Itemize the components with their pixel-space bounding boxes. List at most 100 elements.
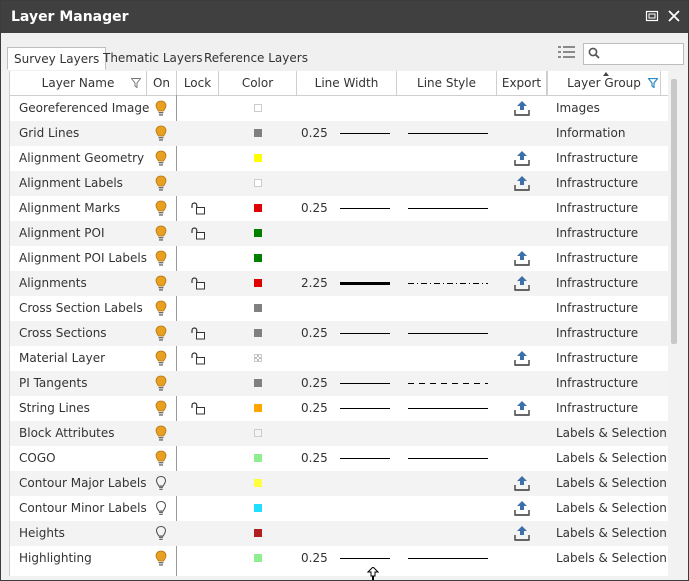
visibility-toggle[interactable] bbox=[155, 96, 169, 121]
layer-row[interactable]: Alignment POI Labels Infrastructure bbox=[10, 246, 668, 271]
layer-row[interactable]: Grid Lines 0.25 Information bbox=[10, 121, 668, 146]
col-header-color[interactable]: Color bbox=[219, 71, 297, 95]
export-icon[interactable] bbox=[514, 350, 530, 367]
color-swatch[interactable] bbox=[254, 546, 263, 571]
color-swatch-box[interactable] bbox=[254, 329, 262, 337]
color-swatch-box[interactable] bbox=[254, 529, 262, 537]
lightbulb-on-icon[interactable] bbox=[155, 550, 167, 567]
color-swatch[interactable] bbox=[254, 346, 263, 371]
layer-group[interactable]: Labels & Selection bbox=[556, 521, 666, 546]
lightbulb-on-icon[interactable] bbox=[155, 225, 167, 242]
visibility-toggle[interactable] bbox=[155, 471, 169, 496]
line-style-sample[interactable] bbox=[407, 496, 491, 521]
col-header-name[interactable]: Layer Name bbox=[10, 71, 147, 95]
line-style-sample[interactable] bbox=[407, 446, 491, 471]
layer-group[interactable]: Labels & Selection bbox=[556, 471, 666, 496]
export-toggle[interactable] bbox=[514, 296, 532, 321]
color-swatch[interactable] bbox=[254, 496, 263, 521]
export-toggle[interactable] bbox=[514, 546, 532, 571]
color-swatch[interactable] bbox=[254, 121, 263, 146]
export-icon[interactable] bbox=[514, 100, 530, 117]
lightbulb-on-icon[interactable] bbox=[155, 250, 167, 267]
color-swatch[interactable] bbox=[254, 296, 263, 321]
color-swatch[interactable] bbox=[254, 246, 263, 271]
filter-icon[interactable] bbox=[131, 78, 141, 88]
color-swatch-box[interactable] bbox=[254, 554, 262, 562]
line-style-sample[interactable] bbox=[407, 521, 491, 546]
line-width-value[interactable] bbox=[301, 471, 331, 496]
export-icon[interactable] bbox=[514, 400, 530, 417]
vertical-scrollbar[interactable] bbox=[669, 71, 679, 576]
export-toggle[interactable] bbox=[514, 421, 532, 446]
layer-row[interactable]: String Lines 0.25 Infrastructure bbox=[10, 396, 668, 421]
line-width-value[interactable] bbox=[301, 146, 331, 171]
visibility-toggle[interactable] bbox=[155, 221, 169, 246]
line-width-value[interactable]: 2.25 bbox=[301, 271, 331, 296]
lock-toggle[interactable] bbox=[190, 346, 208, 371]
line-style-sample[interactable] bbox=[407, 246, 491, 271]
color-swatch[interactable] bbox=[254, 421, 263, 446]
col-header-on[interactable]: On bbox=[147, 71, 177, 95]
line-style-sample[interactable] bbox=[407, 171, 491, 196]
col-header-line-width[interactable]: Line Width bbox=[297, 71, 397, 95]
lock-toggle[interactable] bbox=[190, 146, 208, 171]
color-swatch-box[interactable] bbox=[254, 429, 262, 437]
line-width-value[interactable] bbox=[301, 171, 331, 196]
layer-row[interactable]: Material Layer Infrastructure bbox=[10, 346, 668, 371]
col-header-line-style[interactable]: Line Style bbox=[397, 71, 497, 95]
export-toggle[interactable] bbox=[514, 246, 532, 271]
unlock-icon[interactable] bbox=[190, 327, 206, 340]
color-swatch[interactable] bbox=[254, 146, 263, 171]
search-input[interactable] bbox=[604, 45, 682, 63]
line-width-value[interactable]: 0.25 bbox=[301, 371, 331, 396]
visibility-toggle[interactable] bbox=[155, 146, 169, 171]
scrollbar-thumb[interactable] bbox=[671, 79, 677, 344]
layer-group[interactable]: Infrastructure bbox=[556, 371, 666, 396]
layer-row[interactable]: Alignment Labels Infrastructure bbox=[10, 171, 668, 196]
color-swatch[interactable] bbox=[254, 371, 263, 396]
visibility-toggle[interactable] bbox=[155, 396, 169, 421]
layer-row[interactable]: Heights Labels & Selection bbox=[10, 521, 668, 546]
line-style-sample[interactable] bbox=[407, 121, 491, 146]
line-width-value[interactable] bbox=[301, 296, 331, 321]
line-width-value[interactable]: 0.25 bbox=[301, 121, 331, 146]
export-icon[interactable] bbox=[514, 525, 530, 542]
lightbulb-off-icon[interactable] bbox=[155, 500, 167, 517]
layer-row[interactable]: Block Attributes Labels & Selection bbox=[10, 421, 668, 446]
color-swatch-box[interactable] bbox=[254, 179, 262, 187]
lightbulb-on-icon[interactable] bbox=[155, 175, 167, 192]
search-box[interactable] bbox=[583, 43, 684, 65]
close-icon[interactable] bbox=[667, 9, 681, 23]
visibility-toggle[interactable] bbox=[155, 521, 169, 546]
lock-toggle[interactable] bbox=[190, 471, 208, 496]
lock-toggle[interactable] bbox=[190, 521, 208, 546]
line-style-sample[interactable] bbox=[407, 421, 491, 446]
lightbulb-on-icon[interactable] bbox=[155, 375, 167, 392]
color-swatch-box[interactable] bbox=[254, 104, 262, 112]
color-swatch[interactable] bbox=[254, 221, 263, 246]
line-width-value[interactable]: 0.25 bbox=[301, 446, 331, 471]
layer-row[interactable]: Alignments 2.25 Infrastructure bbox=[10, 271, 668, 296]
layer-group[interactable]: Images bbox=[556, 96, 666, 121]
layer-row[interactable]: Contour Minor Labels Labels & Selection bbox=[10, 496, 668, 521]
lightbulb-on-icon[interactable] bbox=[155, 325, 167, 342]
color-swatch-box[interactable] bbox=[254, 254, 262, 262]
lightbulb-on-icon[interactable] bbox=[155, 100, 167, 117]
lock-toggle[interactable] bbox=[190, 496, 208, 521]
line-style-sample[interactable] bbox=[407, 321, 491, 346]
layer-row[interactable]: Alignment Geometry Infrastructure bbox=[10, 146, 668, 171]
layer-group[interactable]: Labels & Selection bbox=[556, 496, 666, 521]
col-header-export[interactable]: Export bbox=[497, 71, 547, 95]
unlock-icon[interactable] bbox=[190, 402, 206, 415]
visibility-toggle[interactable] bbox=[155, 321, 169, 346]
export-icon[interactable] bbox=[514, 500, 530, 517]
visibility-toggle[interactable] bbox=[155, 496, 169, 521]
color-swatch-box[interactable] bbox=[254, 229, 262, 237]
export-toggle[interactable] bbox=[514, 196, 532, 221]
lightbulb-on-icon[interactable] bbox=[155, 200, 167, 217]
layer-group[interactable]: Infrastructure bbox=[556, 346, 666, 371]
visibility-toggle[interactable] bbox=[155, 171, 169, 196]
layer-group[interactable]: Infrastructure bbox=[556, 321, 666, 346]
line-width-value[interactable]: 0.25 bbox=[301, 196, 331, 221]
visibility-toggle[interactable] bbox=[155, 546, 169, 571]
